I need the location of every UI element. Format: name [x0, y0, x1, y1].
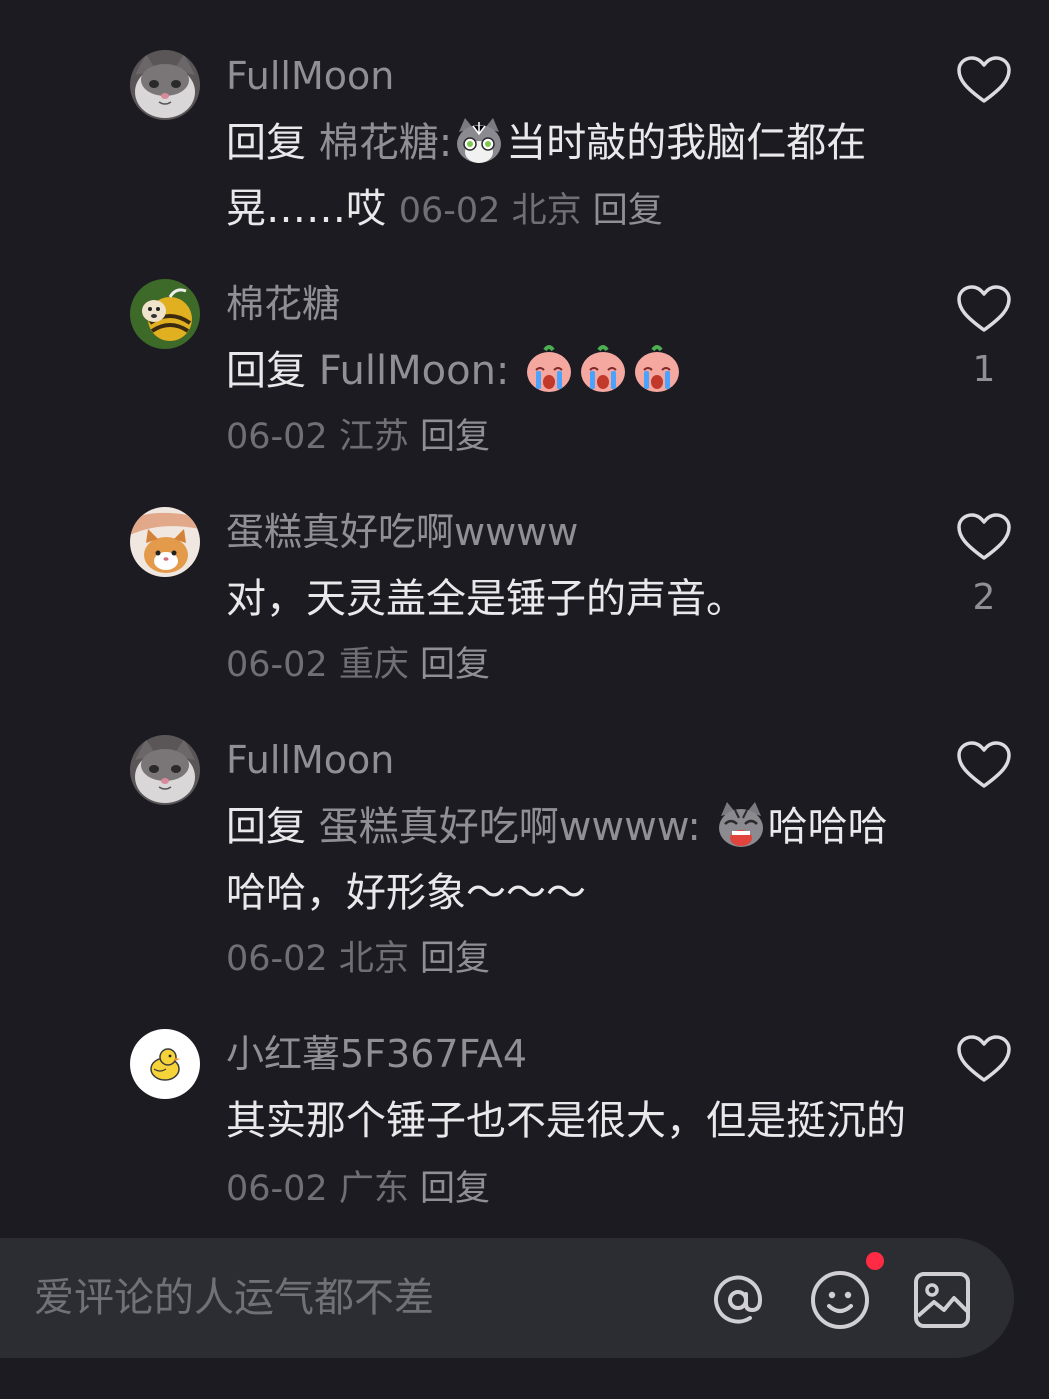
reply-prefix: 回复	[226, 348, 306, 394]
comment-content: 回复 蛋糕真好吃啊wwww: 哈哈哈哈哈，好形象～～～	[226, 794, 906, 926]
comment-date: 06-02	[226, 645, 328, 685]
avatar[interactable]	[130, 507, 200, 577]
comment-meta: 06-02 北京 回复	[399, 191, 663, 231]
comment-date: 06-02	[226, 1169, 328, 1209]
reply-button[interactable]: 回复	[420, 645, 490, 685]
avatar[interactable]	[130, 1029, 200, 1099]
comment-location: 江苏	[338, 417, 409, 457]
crying-emoji-icon	[631, 342, 683, 394]
like-count: 2	[972, 577, 996, 618]
mention-link[interactable]: 蛋糕真好吃啊wwww:	[319, 804, 701, 850]
heart-icon[interactable]	[956, 512, 1012, 562]
comment-location: 北京	[338, 939, 409, 979]
comment-meta: 06-02 重庆 回复	[226, 643, 490, 687]
cat-dizzy-emoji-icon	[453, 114, 505, 166]
heart-icon[interactable]	[956, 284, 1012, 334]
heart-icon[interactable]	[956, 55, 1012, 105]
image-icon[interactable]	[910, 1268, 974, 1332]
comment-content: 回复 FullMoon:	[226, 338, 906, 404]
reply-prefix: 回复	[226, 120, 306, 166]
reply-button[interactable]: 回复	[420, 939, 490, 979]
comment-username[interactable]: FullMoon	[226, 738, 394, 782]
avatar[interactable]	[130, 50, 200, 120]
mention-link[interactable]: 棉花糖:	[319, 120, 452, 166]
crying-emoji-icon	[577, 342, 629, 394]
comment-meta: 06-02 江苏 回复	[226, 415, 490, 459]
comment-date: 06-02	[398, 191, 501, 231]
heart-icon[interactable]	[956, 1034, 1012, 1084]
reply-button[interactable]: 回复	[593, 191, 663, 231]
comment-meta: 06-02 北京 回复	[226, 937, 490, 981]
comment-date: 06-02	[226, 939, 328, 979]
comment-content: 对，天灵盖全是锤子的声音。	[226, 566, 906, 632]
reply-prefix: 回复	[226, 804, 306, 850]
comment-location: 重庆	[338, 645, 409, 685]
reply-button[interactable]: 回复	[420, 1169, 490, 1209]
comment-text: 对，天灵盖全是锤子的声音。	[226, 576, 746, 622]
emoji-icon[interactable]	[808, 1268, 872, 1332]
avatar[interactable]	[130, 735, 200, 805]
heart-icon[interactable]	[956, 740, 1012, 790]
comment-content: 回复 棉花糖: 当时敲的我脑仁都在晃……哎 06-02 北京 回复	[226, 110, 906, 244]
comment-meta: 06-02 广东 回复	[226, 1169, 490, 1209]
comment-location: 北京	[511, 191, 582, 231]
at-icon[interactable]	[706, 1268, 770, 1332]
comment-username[interactable]: 蛋糕真好吃啊wwww	[226, 510, 578, 554]
comment-text: 其实那个锤子也不是很大，但是挺沉的	[226, 1098, 906, 1144]
comment-input-placeholder[interactable]: 爱评论的人运气都不差	[34, 1274, 434, 1322]
mention-link[interactable]: FullMoon:	[319, 348, 510, 394]
notification-dot	[866, 1252, 884, 1270]
comment-content: 其实那个锤子也不是很大，但是挺沉的 06-02 广东 回复	[226, 1088, 906, 1222]
comment-location: 广东	[338, 1169, 409, 1209]
reply-button[interactable]: 回复	[420, 417, 490, 457]
comment-username[interactable]: 小红薯5F367FA4	[226, 1032, 527, 1076]
comment-username[interactable]: 棉花糖	[226, 282, 340, 326]
comment-input-bar[interactable]: 爱评论的人运气都不差	[0, 1238, 1014, 1358]
cat-laughing-emoji-icon	[715, 798, 767, 850]
avatar[interactable]	[130, 279, 200, 349]
like-count: 1	[972, 349, 996, 390]
comment-username[interactable]: FullMoon	[226, 54, 394, 98]
crying-emoji-icon	[523, 342, 575, 394]
comment-date: 06-02	[226, 417, 328, 457]
